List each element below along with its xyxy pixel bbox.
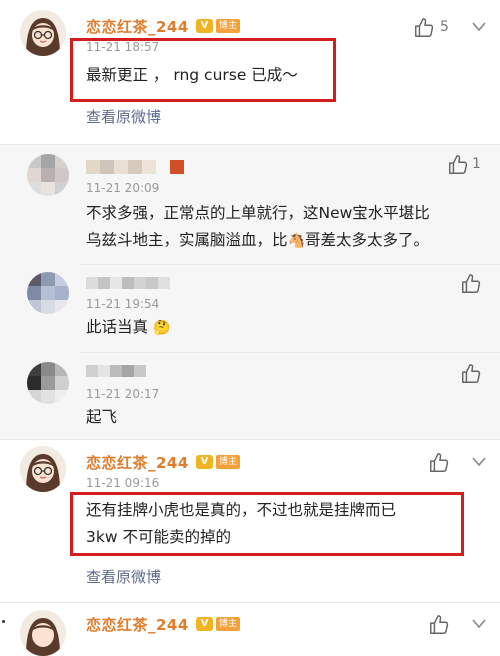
divider	[0, 602, 500, 603]
avatar[interactable]	[20, 10, 66, 56]
verified-icon: V	[196, 455, 213, 469]
highlight-box	[70, 38, 336, 102]
chevron-down-icon[interactable]	[472, 22, 486, 32]
username[interactable]: 恋恋红茶_244	[86, 452, 189, 473]
divider	[80, 352, 500, 353]
reply-text: 起飞	[86, 408, 118, 426]
like-count: 1	[472, 156, 481, 172]
host-badge: 博主	[216, 617, 241, 631]
blurred-username[interactable]	[86, 277, 176, 289]
thumbs-up-icon[interactable]	[428, 614, 450, 636]
bullet-dot	[2, 620, 5, 623]
horse-emoji-icon: 🐴	[287, 233, 305, 249]
host-badge: 博主	[216, 455, 241, 469]
chevron-down-icon[interactable]	[472, 457, 486, 467]
thumbs-up-icon[interactable]	[460, 363, 482, 385]
avatar[interactable]	[27, 272, 69, 314]
blurred-username[interactable]	[86, 365, 156, 377]
username[interactable]: 恋恋红茶_244	[86, 16, 189, 37]
blurred-username[interactable]	[86, 160, 186, 174]
divider	[80, 264, 500, 265]
thumbs-up-icon[interactable]	[413, 17, 435, 39]
divider	[0, 144, 500, 145]
avatar[interactable]	[27, 362, 69, 404]
chevron-down-icon[interactable]	[472, 619, 486, 629]
verified-icon: V	[196, 19, 213, 33]
highlight-box	[70, 492, 464, 556]
reply-text: 不求多强，正常点的上单就行，这New宝水平堪比 乌兹斗地主，实属脑溢血，比🐴哥差…	[86, 204, 430, 249]
host-badge: 博主	[216, 19, 241, 33]
view-original-link[interactable]: 查看原微博	[86, 106, 161, 127]
avatar[interactable]	[20, 446, 66, 492]
thumbs-up-icon[interactable]	[460, 273, 482, 295]
thinking-emoji-icon: 🤔	[152, 320, 171, 336]
like-count: 5	[440, 19, 449, 35]
timestamp: 11-21 20:09	[86, 181, 160, 195]
thumbs-up-icon[interactable]	[447, 154, 469, 176]
timestamp: 11-21 20:17	[86, 387, 160, 401]
avatar[interactable]	[20, 610, 66, 656]
reply-text: 此话当真 🤔	[86, 318, 171, 336]
timestamp: 11-21 19:54	[86, 297, 160, 311]
replies-background	[0, 144, 500, 439]
thumbs-up-icon[interactable]	[428, 452, 450, 474]
timestamp: 11-21 09:16	[86, 476, 160, 490]
divider	[0, 439, 500, 440]
verified-icon: V	[196, 617, 213, 631]
avatar[interactable]	[27, 154, 69, 196]
view-original-link[interactable]: 查看原微博	[86, 566, 161, 587]
username[interactable]: 恋恋红茶_244	[86, 614, 189, 635]
